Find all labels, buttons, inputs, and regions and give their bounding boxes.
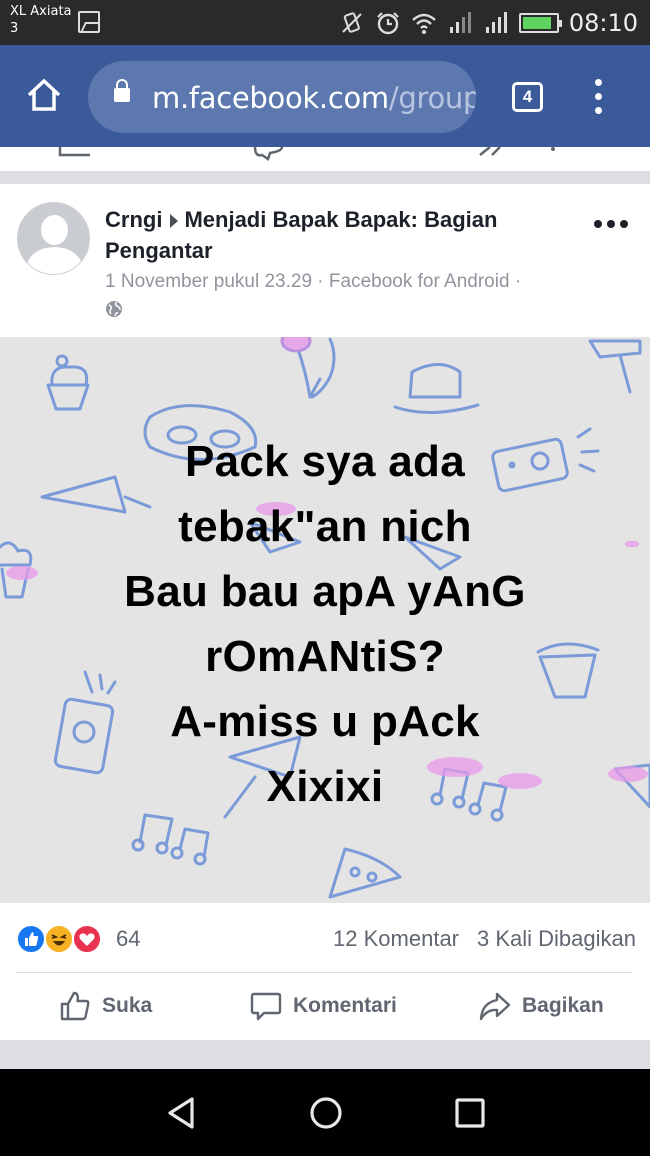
- signal-icon-1: [449, 12, 471, 33]
- status-bar: XL Axiata 3 08:10: [0, 0, 650, 45]
- image-text-line: A-miss u pAck: [170, 697, 480, 746]
- back-icon[interactable]: [162, 1093, 202, 1133]
- url-path: /groups: [388, 81, 476, 115]
- love-reaction-icon[interactable]: [72, 924, 102, 954]
- browser-toolbar: m.facebook.com/groups 4: [0, 45, 650, 147]
- group-name[interactable]: Menjadi Bapak Bapak: Bagian Pengantar: [105, 207, 497, 263]
- post-options-icon[interactable]: [594, 220, 628, 228]
- image-text-line: Pack sya ada: [184, 437, 466, 486]
- signal-icon-2: [485, 12, 507, 33]
- comment-bubble-icon: [250, 992, 282, 1021]
- like-reaction-icon[interactable]: [16, 924, 46, 954]
- address-bar[interactable]: m.facebook.com/groups: [88, 61, 476, 133]
- url-host: m.facebook.com: [152, 81, 389, 115]
- share-count[interactable]: 3 Kali Dibagikan: [477, 926, 636, 951]
- post-meta[interactable]: 1 November pukul 23.29 · Facebook for An…: [105, 269, 575, 295]
- image-text-line: Bau bau apA yAnG: [124, 567, 526, 616]
- caret-right-icon: [170, 213, 179, 228]
- gallery-notification-icon: [78, 11, 100, 33]
- wifi-icon: [412, 13, 436, 34]
- haha-reaction-icon[interactable]: [44, 924, 74, 954]
- home-icon[interactable]: [24, 75, 64, 115]
- previous-post-actions-fragment: [0, 147, 650, 171]
- author-name[interactable]: Crngi: [105, 207, 162, 232]
- post-actions: Suka Komentari Bagikan: [0, 980, 650, 1032]
- author-line: Crngi Menjadi Bapak Bapak: Bagian Pengant…: [105, 204, 575, 266]
- share-label: Bagikan: [522, 994, 604, 1017]
- url-text[interactable]: m.facebook.com/groups: [152, 81, 476, 115]
- home-nav-icon[interactable]: [306, 1093, 346, 1133]
- system-navigation-bar: [0, 1069, 650, 1156]
- image-text-line: rOmANtiS?: [205, 632, 445, 681]
- previous-post-icons-fragment: [58, 147, 555, 161]
- battery-icon: [518, 13, 562, 33]
- post-image-text: Pack sya ada tebak"an nich Bau bau apA y…: [0, 429, 650, 819]
- alarm-icon: [377, 12, 399, 35]
- globe-icon: [106, 301, 122, 317]
- reactions-bar: 64 12 Komentar 3 Kali Dibagikan: [16, 922, 636, 956]
- like-label: Suka: [102, 994, 153, 1017]
- engagement-counts: 12 Komentar 3 Kali Dibagikan: [333, 926, 636, 952]
- comment-button[interactable]: Komentari: [249, 986, 397, 1026]
- image-text-line: Xixixi: [266, 762, 384, 811]
- post-card: Crngi Menjadi Bapak Bapak: Bagian Pengant…: [0, 184, 650, 1040]
- overflow-menu-icon[interactable]: [588, 79, 608, 115]
- carrier-sub: 3: [10, 21, 19, 36]
- thumbs-up-icon: [60, 991, 90, 1021]
- tab-switcher-button[interactable]: 4: [512, 82, 543, 112]
- image-text-line: tebak"an nich: [178, 502, 472, 551]
- page-content: Crngi Menjadi Bapak Bapak: Bagian Pengant…: [0, 147, 650, 1069]
- author-avatar[interactable]: [17, 202, 90, 275]
- comment-count[interactable]: 12 Komentar: [333, 926, 459, 951]
- post-image[interactable]: Pack sya ada tebak"an nich Bau bau apA y…: [0, 337, 650, 903]
- lock-icon: [114, 79, 130, 102]
- share-arrow-icon: [479, 992, 511, 1021]
- share-button[interactable]: Bagikan: [478, 986, 604, 1026]
- vibrate-icon: [342, 12, 362, 33]
- clock: 08:10: [568, 9, 638, 37]
- carrier-name: XL Axiata: [10, 4, 72, 19]
- recents-icon[interactable]: [450, 1093, 490, 1133]
- like-button[interactable]: Suka: [58, 986, 152, 1026]
- reaction-count[interactable]: 64: [116, 926, 140, 952]
- post-header: Crngi Menjadi Bapak Bapak: Bagian Pengant…: [105, 204, 575, 318]
- divider: [16, 972, 632, 973]
- carrier-label: XL Axiata 3: [10, 3, 72, 37]
- comment-label: Komentari: [293, 994, 397, 1017]
